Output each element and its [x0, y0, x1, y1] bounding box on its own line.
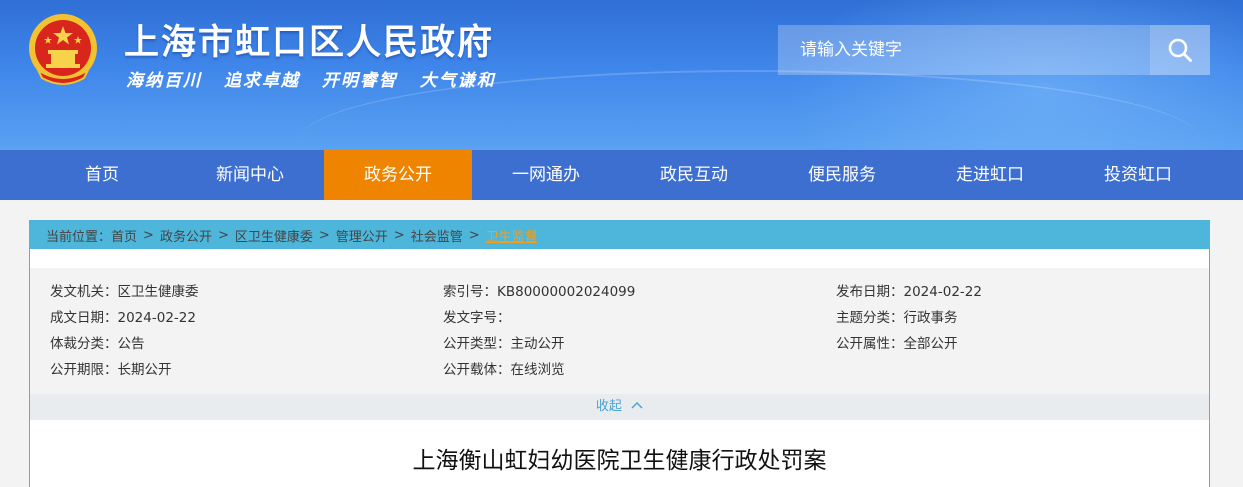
meta-publish-date: 发布日期：2024-02-22	[836, 284, 982, 300]
breadcrumb-label: 当前位置：	[46, 229, 112, 245]
breadcrumb-item[interactable]: 政务公开	[160, 226, 212, 245]
search-icon	[1168, 38, 1192, 62]
breadcrumb-separator: >	[143, 227, 154, 243]
meta-genre: 体裁分类：公告	[50, 336, 145, 352]
collapse-toggle[interactable]: 收起	[30, 394, 1209, 420]
breadcrumb-item[interactable]: 社会监管	[411, 226, 463, 245]
main-nav: 首页 新闻中心 政务公开 一网通办 政民互动 便民服务 走进虹口 投资虹口	[0, 150, 1243, 200]
document-metadata: 发文机关：区卫生健康委 索引号：KB80000002024099 发布日期：20…	[30, 268, 1209, 394]
metadata-grid: 发文机关：区卫生健康委 索引号：KB80000002024099 发布日期：20…	[50, 283, 1200, 379]
collapse-label: 收起	[595, 399, 622, 414]
nav-item-news[interactable]: 新闻中心	[176, 150, 324, 200]
nav-item-interaction[interactable]: 政民互动	[620, 150, 768, 200]
search-button[interactable]	[1150, 25, 1210, 75]
breadcrumb-item[interactable]: 首页	[111, 226, 137, 245]
search-input[interactable]	[778, 25, 1150, 75]
nav-item-online-services[interactable]: 一网通办	[472, 150, 620, 200]
chevron-up-icon	[631, 401, 643, 409]
meta-disclosure-period: 公开期限：长期公开	[50, 362, 172, 378]
breadcrumb-item[interactable]: 管理公开	[336, 226, 388, 245]
site-header: 上海市虹口区人民政府 海纳百川 追求卓越 开明睿智 大气谦和	[0, 0, 1243, 150]
nav-item-government-affairs[interactable]: 政务公开	[324, 150, 472, 200]
breadcrumb-separator: >	[217, 227, 229, 243]
nav-item-about-hongkou[interactable]: 走进虹口	[916, 150, 1064, 200]
document-title: 上海衡山虹妇幼医院卫生健康行政处罚案	[412, 448, 827, 474]
nav-item-public-services[interactable]: 便民服务	[768, 150, 916, 200]
breadcrumb-separator: >	[468, 227, 480, 243]
breadcrumb-separator: >	[393, 227, 405, 243]
meta-document-number: 发文字号：	[443, 310, 511, 326]
national-emblem-icon	[29, 14, 97, 85]
meta-index-number: 索引号：KB80000002024099	[443, 284, 636, 300]
meta-disclosure-carrier: 公开载体：在线浏览	[443, 362, 565, 378]
meta-disclosure-attribute: 公开属性：全部公开	[836, 336, 958, 352]
meta-topic-category: 主题分类：行政事务	[836, 310, 958, 326]
site-slogan: 海纳百川 追求卓越 开明睿智 大气谦和	[126, 71, 496, 91]
meta-disclosure-type: 公开类型：主动公开	[443, 336, 565, 352]
breadcrumb-separator: >	[318, 227, 330, 243]
breadcrumb: 当前位置： 首页 > 政务公开 > 区卫生健康委 > 管理公开 > 社会监管 >…	[30, 221, 1209, 249]
site-title: 上海市虹口区人民政府	[124, 23, 495, 63]
nav-item-home[interactable]: 首页	[28, 150, 176, 200]
breadcrumb-item[interactable]: 区卫生健康委	[235, 226, 313, 245]
breadcrumb-item-current[interactable]: 卫生监督	[486, 226, 538, 245]
content-panel: 当前位置： 首页 > 政务公开 > 区卫生健康委 > 管理公开 > 社会监管 >…	[29, 220, 1210, 487]
nav-item-invest-hongkou[interactable]: 投资虹口	[1064, 150, 1212, 200]
meta-empty	[836, 361, 1200, 379]
meta-issuing-authority: 发文机关：区卫生健康委	[50, 284, 199, 300]
meta-written-date: 成文日期：2024-02-22	[50, 310, 196, 326]
